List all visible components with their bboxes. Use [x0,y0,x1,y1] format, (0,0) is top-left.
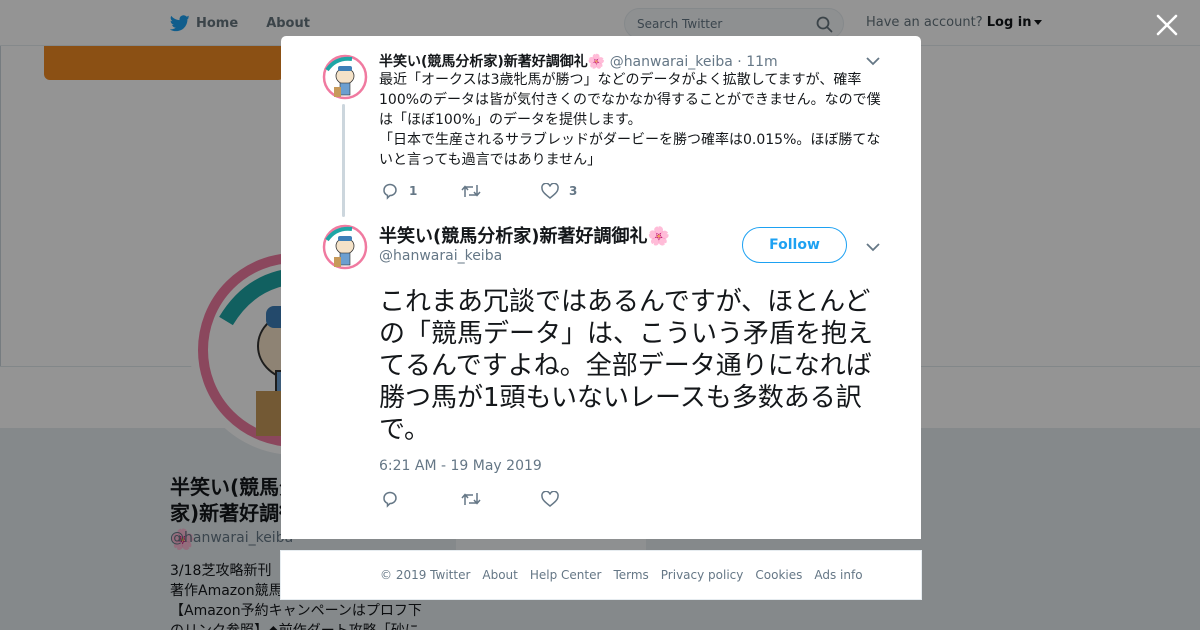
thread-connector [342,104,345,217]
reply-count: 1 [409,184,418,198]
reply-button[interactable]: 1 [381,182,461,200]
footer-link-cookies[interactable]: Cookies [755,568,802,582]
like-button[interactable] [541,491,559,507]
tweet-avatar[interactable] [322,54,368,100]
footer-link-help-center[interactable]: Help Center [530,568,602,582]
tweet-text: 最近「オークスは3歳牝馬が勝つ」などのデータがよく拡散してますが、確率100%の… [379,70,884,170]
tweet-text: これまあ冗談ではあるんですが、ほとんどの「競馬データ」は、こういう矛盾を抱えてる… [379,287,874,445]
tweet-modal: 半笑い(競馬分析家)新著好調御礼🌸 @hanwarai_keiba · 11m … [281,36,921,539]
heart-icon [541,491,559,507]
reply-icon [383,491,397,508]
tweet-actions: 1 3 [381,181,577,201]
chevron-down-icon[interactable] [866,242,880,252]
reply-button[interactable] [381,490,461,508]
close-icon[interactable] [1154,12,1180,38]
tweet-timestamp[interactable]: 6:21 AM - 19 May 2019 [379,458,542,474]
tweet-author-name[interactable]: 半笑い(競馬分析家)新著好調御礼🌸 [379,222,670,248]
chevron-down-icon[interactable] [866,56,880,66]
retweet-icon [461,493,481,505]
like-count: 3 [569,184,578,198]
retweet-button[interactable] [461,183,541,199]
tweet-avatar[interactable] [322,224,368,270]
reply-icon [383,183,397,200]
tweet-author-handle[interactable]: @hanwarai_keiba [610,54,733,70]
footer-link-ads-info[interactable]: Ads info [814,568,862,582]
footer-link-about[interactable]: About [482,568,517,582]
footer-link-terms[interactable]: Terms [613,568,648,582]
retweet-icon [461,185,481,197]
footer-link-privacy[interactable]: Privacy policy [661,568,744,582]
tweet-text-paragraph: 最近「オークスは3歳牝馬が勝つ」などのデータがよく拡散してますが、確率100%の… [379,72,881,128]
like-button[interactable]: 3 [541,183,577,199]
tweet-separator: · [737,54,742,70]
retweet-button[interactable] [461,491,541,507]
tweet-author-name[interactable]: 半笑い(競馬分析家)新著好調御礼🌸 [379,54,605,70]
tweet-text-paragraph: 「日本で生産されるサラブレッドがダービーを勝つ確率は0.015%。ほぼ勝てないと… [379,132,881,168]
tweet-header: 半笑い(競馬分析家)新著好調御礼🌸 @hanwarai_keiba · 11m [379,51,778,71]
heart-icon [541,183,559,199]
tweet-author-handle[interactable]: @hanwarai_keiba [379,248,502,264]
tweet-actions [381,489,559,509]
tweet-time[interactable]: 11m [746,54,777,70]
follow-button[interactable]: Follow [742,227,847,263]
copyright-text: © 2019 Twitter [380,568,471,582]
modal-footer: © 2019 Twitter About Help Center Terms P… [280,550,922,600]
